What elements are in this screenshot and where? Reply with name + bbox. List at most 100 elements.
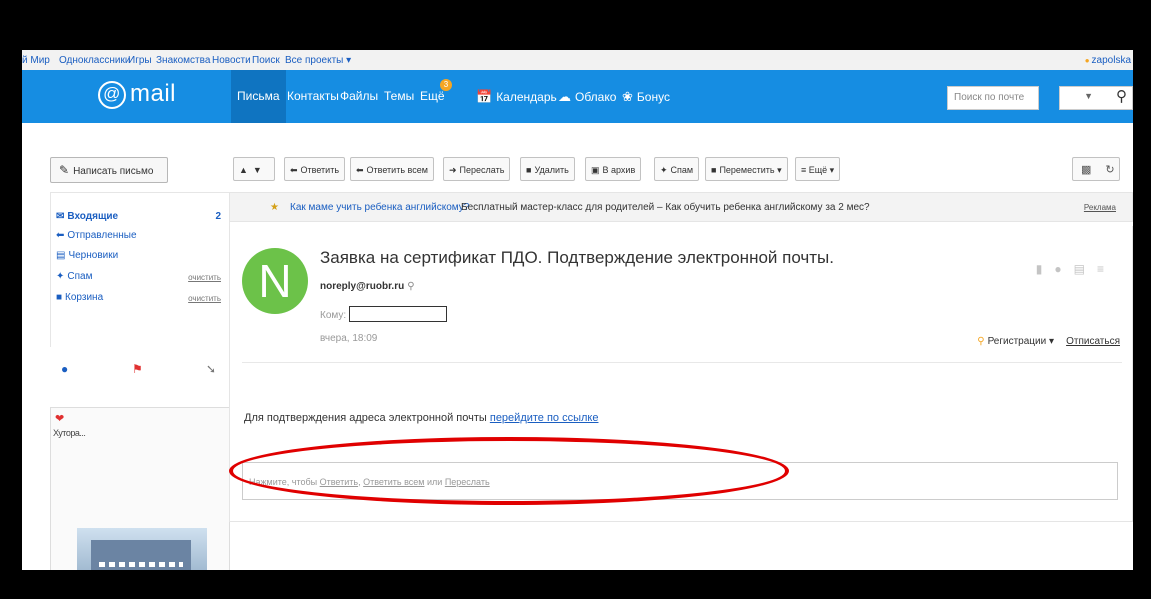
nav-contacts[interactable]: Контакты <box>287 70 339 123</box>
confirm-link[interactable]: перейдите по ссылке <box>490 412 599 424</box>
prev-next-buttons[interactable]: ▲ ▼ <box>233 157 275 181</box>
sender-email: noreply@ruobr.ru <box>320 281 405 292</box>
portal-link-dating[interactable]: Знакомства <box>156 55 210 66</box>
clean-trash-link[interactable]: очистить <box>188 294 221 303</box>
body-text: Для подтверждения адреса электронной поч… <box>244 412 487 424</box>
message-date: вчера, 18:09 <box>320 333 378 344</box>
archive-button[interactable]: ▣ В архив <box>585 157 642 181</box>
divider <box>242 362 1122 363</box>
calendar-add-icon[interactable]: ▤ <box>1074 262 1097 276</box>
promo-icon: ★ <box>270 202 279 213</box>
portal-link-mir[interactable]: й Мир <box>22 55 50 66</box>
search-icon[interactable]: ⚲ <box>1116 87 1127 105</box>
search-sender-icon[interactable]: ⚲ <box>407 281 414 292</box>
promo-text: Бесплатный мастер-класс для родителей – … <box>461 202 870 213</box>
more-actions-button[interactable]: ≡ Ещё ▾ <box>795 157 841 181</box>
sender-address[interactable]: noreply@ruobr.ru ⚲ <box>320 281 415 292</box>
header-bar: @ mail Письма Контакты Файлы Темы Ещё 3 📅 К… <box>22 70 1133 123</box>
flag-filter-icon[interactable]: ⚑ <box>132 362 143 376</box>
reply-all-label: Ответить всем <box>366 165 428 175</box>
calendar-icon: 📅 <box>476 89 493 104</box>
nav-cloud-label: Облако <box>575 90 617 104</box>
search-input[interactable]: Поиск по почте <box>947 86 1039 110</box>
promo-banner: ★ Как маме учить ребенка английскому? Бе… <box>229 192 1133 222</box>
portal-link-news[interactable]: Новости <box>212 55 251 66</box>
unread-filter-icon[interactable]: ● <box>61 362 68 376</box>
portal-link-games[interactable]: Игры <box>128 55 152 66</box>
inbox-icon: ✉ <box>56 211 65 222</box>
spam-icon: ✦ <box>660 165 668 175</box>
delete-label: Удалить <box>534 165 569 175</box>
reply-icon: ⬅ <box>290 165 298 175</box>
nav-cloud[interactable]: ☁ Облако <box>558 70 616 123</box>
message-actions: ▮●▤≡ <box>1036 262 1116 276</box>
nav-themes[interactable]: Темы <box>384 70 414 123</box>
trash-icon: ■ <box>526 165 532 175</box>
folder-drafts-label: Черновики <box>68 250 119 261</box>
avatar: N <box>242 248 308 314</box>
nav-calendar[interactable]: 📅 Календарь <box>476 70 557 123</box>
search-dropdown-icon[interactable]: ▼ <box>1084 91 1093 101</box>
key-icon: ⚲ <box>977 336 985 347</box>
dot-icon[interactable]: ● <box>1054 262 1073 276</box>
ad-text: Хутора... <box>53 428 86 438</box>
print-icon: ▩ <box>1081 164 1092 176</box>
mail-logo[interactable]: @ mail <box>98 80 176 109</box>
forward-button[interactable]: ➜ Переслать <box>443 157 511 181</box>
folder-trash[interactable]: ■ Корзина <box>56 292 103 303</box>
forward-label: Переслать <box>459 165 505 175</box>
registration-label: Регистрации ▾ <box>987 336 1054 347</box>
nav-letters[interactable]: Письма <box>231 70 286 123</box>
pencil-icon: ✎ <box>59 163 70 177</box>
spam-button[interactable]: ✦ Спам <box>654 157 700 181</box>
move-button[interactable]: ■ Переместить ▾ <box>705 157 788 181</box>
nav-calendar-label: Календарь <box>496 90 557 104</box>
portal-link-search[interactable]: Поиск <box>252 55 280 66</box>
archive-label: В архив <box>602 165 636 175</box>
spam-folder-icon: ✦ <box>56 271 65 282</box>
unsubscribe-link[interactable]: Отписаться <box>1066 336 1120 347</box>
message-body: Для подтверждения адреса электронной поч… <box>244 412 598 424</box>
reply-all-button[interactable]: ⬅ Ответить всем <box>350 157 434 181</box>
clean-spam-link[interactable]: очистить <box>188 273 221 282</box>
redacted-recipient <box>349 306 448 322</box>
nav-files[interactable]: Файлы <box>340 70 378 123</box>
registration-dropdown[interactable]: ⚲ Регистрации ▾ <box>977 336 1054 347</box>
sidebar-ad[interactable]: ❤ Хутора... <box>50 407 230 570</box>
ad-label-link[interactable]: Реклама <box>1084 193 1116 223</box>
at-icon: @ <box>98 81 126 109</box>
folder-sent[interactable]: ⬅ Отправленные <box>56 230 137 241</box>
user-account-link[interactable]: zapolska <box>1085 55 1131 66</box>
nav-bonus[interactable]: ❀ Бонус <box>622 70 670 123</box>
folder-spam[interactable]: ✦ Спам <box>56 271 92 282</box>
reply-all-icon: ⬅ <box>356 165 364 175</box>
nav-more[interactable]: Ещё 3 <box>420 70 452 123</box>
folder-list: ✉ Входящие 2 ⬅ Отправленные ▤ Черновики ✦ Сп… <box>50 192 230 347</box>
view-options-button[interactable]: ▩ ↻ <box>1072 157 1120 181</box>
attachment-filter-icon[interactable]: ➘ <box>206 362 216 376</box>
highlight-annotation <box>229 437 789 505</box>
folder-inbox-label: Входящие <box>67 211 119 222</box>
trash-folder-icon: ■ <box>56 292 63 303</box>
folder-inbox[interactable]: ✉ Входящие <box>56 211 118 222</box>
spam-label: Спам <box>670 165 694 175</box>
reply-button[interactable]: ⬅ Ответить <box>284 157 346 181</box>
delete-button[interactable]: ■ Удалить <box>520 157 575 181</box>
reply-label: Ответить <box>300 165 340 175</box>
portal-link-all-projects[interactable]: Все проекты ▾ <box>285 55 351 66</box>
portal-link-ok[interactable]: Одноклассники <box>59 55 130 66</box>
folder-drafts[interactable]: ▤ Черновики <box>56 250 118 261</box>
mail-window: й Мир Одноклассники Игры Знакомства Ново… <box>22 50 1133 570</box>
promo-link[interactable]: Как маме учить ребенка английскому? <box>290 193 469 223</box>
ad-building-image <box>91 540 191 570</box>
logo-text: mail <box>130 80 177 107</box>
ad-logo-icon: ❤ <box>55 413 65 425</box>
menu-icon[interactable]: ≡ <box>1097 262 1116 276</box>
bookmark-icon[interactable]: ▮ <box>1036 262 1055 276</box>
compose-button[interactable]: ✎ Написать письмо <box>50 157 168 183</box>
filter-icons: ● ⚑ ➘ <box>50 360 228 382</box>
drafts-icon: ▤ <box>56 250 66 261</box>
archive-icon: ▣ <box>591 165 600 175</box>
folder-trash-label: Корзина <box>65 292 104 303</box>
nav-bonus-label: Бонус <box>636 90 670 104</box>
